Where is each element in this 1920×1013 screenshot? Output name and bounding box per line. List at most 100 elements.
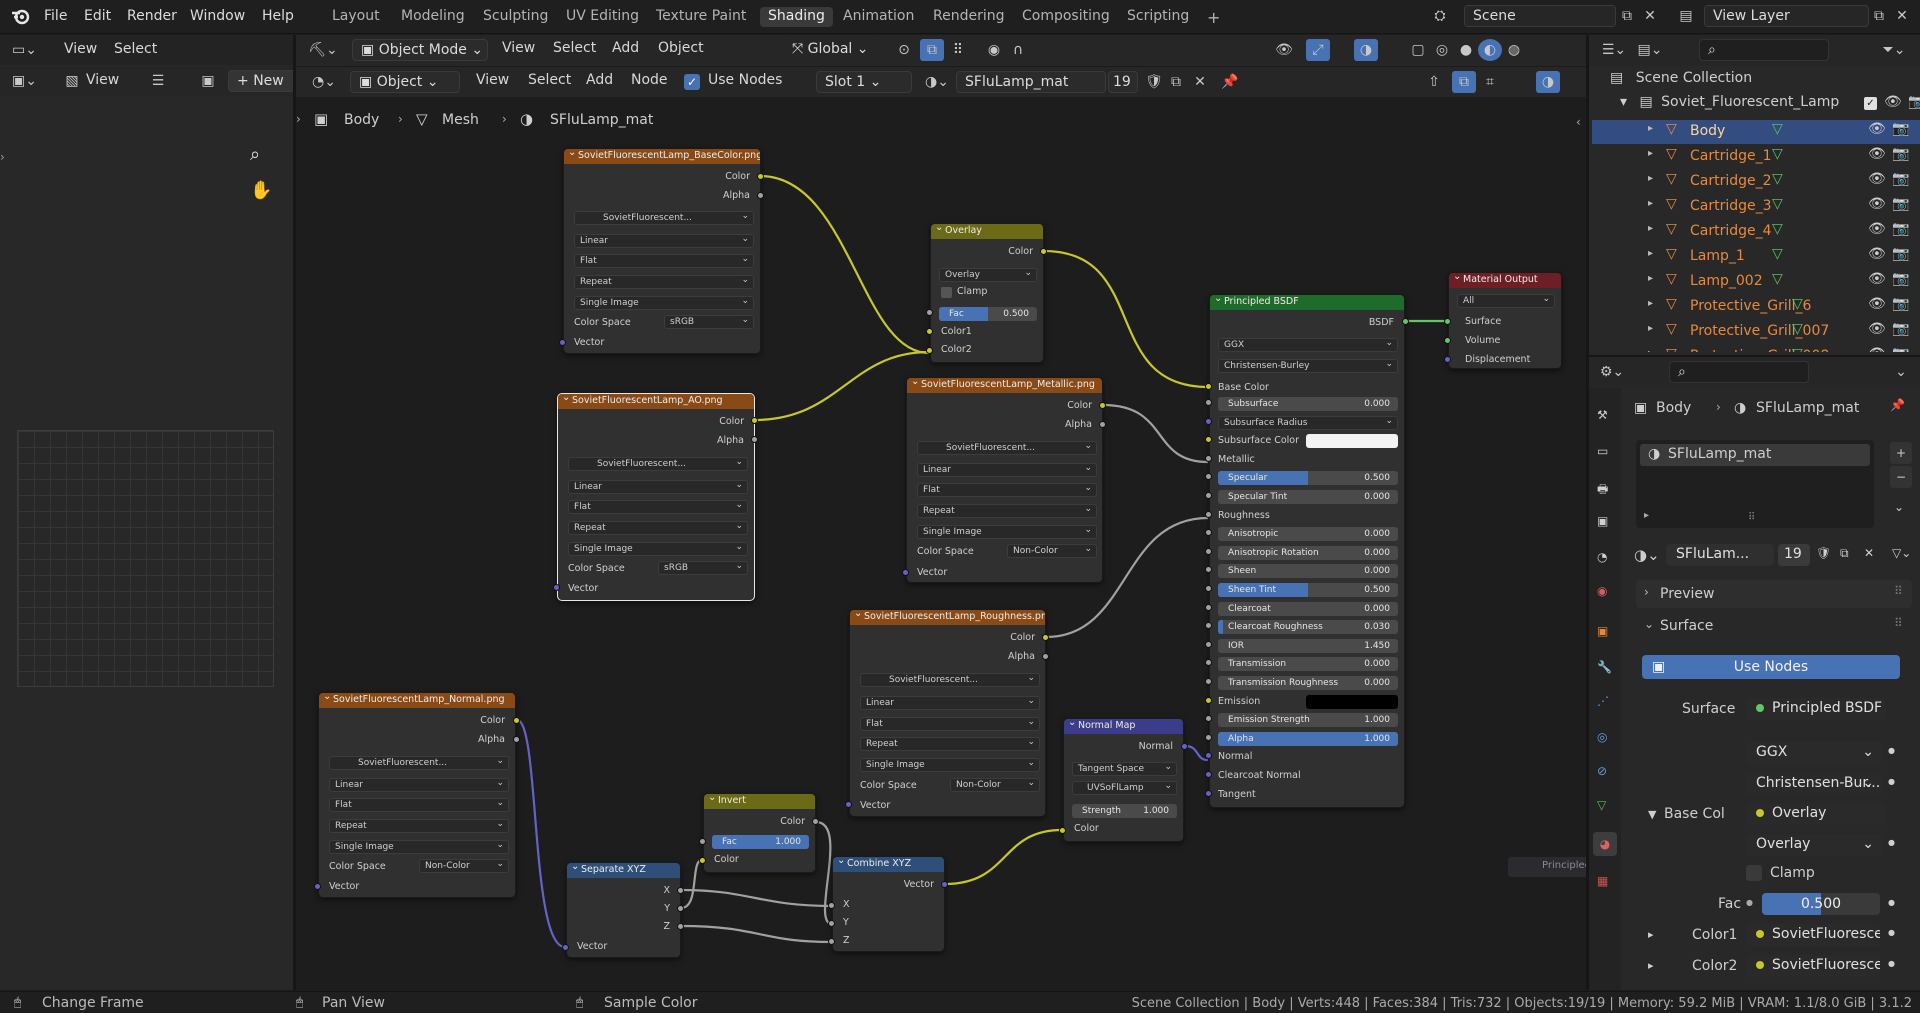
socket-base-color-in[interactable] bbox=[1205, 383, 1212, 390]
socket-metallic-in[interactable] bbox=[1205, 454, 1212, 462]
extension-dropdown[interactable]: Repeat bbox=[574, 274, 754, 289]
keyframe-dot-icon[interactable]: ● bbox=[1888, 777, 1895, 786]
uv-map-field[interactable]: UVSoFlLamp bbox=[1072, 780, 1177, 795]
expand-arrow-icon[interactable]: ▸ bbox=[1648, 273, 1653, 284]
clearcoat-roughness-slider[interactable]: Clearcoat Roughness 0.030 bbox=[1218, 620, 1398, 635]
projection-dropdown[interactable]: Flat bbox=[917, 482, 1097, 497]
subsurface-method-dropdown[interactable]: Christensen-Burley bbox=[1218, 358, 1398, 373]
outliner-search-input[interactable]: ⌕ bbox=[1699, 39, 1829, 61]
node-combine-xyz[interactable]: Combine XYZ Vector X Y Z bbox=[832, 856, 945, 952]
color-space-dropdown[interactable]: sRGB bbox=[664, 314, 754, 329]
node-ao-title[interactable]: SovietFluorescentLamp_AO.png bbox=[558, 394, 754, 409]
eye-icon[interactable]: 👁 bbox=[1868, 121, 1886, 137]
socket-normal-out[interactable] bbox=[1181, 743, 1188, 750]
node-normalmap-title[interactable]: Normal Map bbox=[1064, 719, 1183, 734]
mesh-data-icon[interactable]: ▽ bbox=[1772, 221, 1783, 237]
emission-strength-slider[interactable]: Emission Strength 1.000 bbox=[1218, 713, 1398, 728]
anisotropic-slider[interactable]: Anisotropic 0.000 bbox=[1218, 527, 1398, 542]
expand-arrow-icon[interactable]: ▼ bbox=[1648, 808, 1656, 821]
collection-include-checkbox[interactable]: ✓ bbox=[1864, 97, 1877, 110]
node-separate-title[interactable]: Separate XYZ bbox=[567, 863, 680, 878]
socket-vector-in[interactable] bbox=[562, 944, 569, 951]
scene-tab-icon[interactable]: ◔ bbox=[1597, 550, 1607, 564]
node-roughness-texture[interactable]: SovietFluorescentLamp_Roughness.png Colo… bbox=[849, 609, 1046, 817]
socket-color-in[interactable] bbox=[699, 857, 706, 864]
distribution-dropdown[interactable]: GGX bbox=[1218, 337, 1398, 352]
data-tab-icon[interactable]: ▽ bbox=[1597, 798, 1606, 812]
image-selector[interactable]: SovietFluorescent... bbox=[860, 672, 1040, 687]
expand-arrow-icon[interactable]: ▾ bbox=[1620, 94, 1627, 110]
space-dropdown[interactable]: Tangent Space bbox=[1072, 761, 1177, 776]
scene-collection-row[interactable]: ▤ Scene Collection bbox=[1610, 70, 1870, 86]
display-mode-icon[interactable]: ▤⌄ bbox=[1635, 39, 1665, 61]
socket-alpha-out[interactable] bbox=[757, 192, 764, 199]
keyframe-dot-icon[interactable]: ● bbox=[1888, 898, 1895, 907]
blend-mode-dropdown[interactable]: Overlay bbox=[939, 267, 1037, 282]
clamp-checkbox[interactable] bbox=[941, 287, 952, 298]
properties-options-icon[interactable]: ⌄ bbox=[1889, 361, 1913, 383]
outliner-item[interactable]: ▸ ▽ Body ▽ 👁 📷 bbox=[1592, 120, 1920, 144]
socket-clearcoat-in[interactable] bbox=[1205, 603, 1212, 611]
preview-panel-header[interactable]: › Preview ⠿ bbox=[1636, 580, 1912, 608]
keyframe-dot-icon[interactable]: ● bbox=[1888, 838, 1895, 847]
properties-type-icon[interactable]: ⚙⌄ bbox=[1597, 361, 1627, 383]
fac-slider[interactable]: 0.500 bbox=[1762, 893, 1880, 915]
clearcoat-slider[interactable]: Clearcoat 0.000 bbox=[1218, 601, 1398, 616]
eye-icon[interactable]: 👁 bbox=[1884, 94, 1902, 110]
mesh-data-icon[interactable]: ▽ bbox=[1772, 121, 1783, 137]
transmission-slider[interactable]: Transmission 0.000 bbox=[1218, 657, 1398, 672]
collection-row[interactable]: ▾ ▤ Soviet_Fluorescent_Lamp ✓ 👁 📷 bbox=[1620, 94, 1920, 116]
constraints-tab-icon[interactable]: ⊘ bbox=[1597, 764, 1607, 778]
list-resize-grip-icon[interactable]: ⠿ bbox=[1748, 512, 1755, 523]
subsurface-method-dropdown[interactable]: Christensen-Bur... ⌄ bbox=[1746, 773, 1882, 795]
node-material-output[interactable]: Material Output All Surface Volume Displ… bbox=[1448, 272, 1562, 369]
eye-icon[interactable]: 👁 bbox=[1868, 246, 1886, 262]
socket-fac-in[interactable] bbox=[699, 838, 706, 845]
anisotropic-rotation-slider[interactable]: Anisotropic Rotation 0.000 bbox=[1218, 545, 1398, 560]
world-tab-icon[interactable]: ◉ bbox=[1597, 584, 1607, 598]
node-normal-map[interactable]: Normal Map Normal Tangent Space UVSoFlLa… bbox=[1063, 718, 1184, 842]
camera-icon[interactable]: 📷 bbox=[1908, 94, 1920, 110]
modifier-tab-icon[interactable]: 🔧 bbox=[1597, 660, 1612, 674]
use-nodes-button[interactable]: ▣ Use Nodes bbox=[1642, 655, 1900, 679]
camera-icon[interactable]: 📷 bbox=[1892, 171, 1909, 187]
socket-tangent-in[interactable] bbox=[1205, 789, 1212, 797]
mesh-data-icon[interactable]: ▽ bbox=[1792, 296, 1803, 312]
socket-color-out[interactable] bbox=[812, 818, 819, 825]
node-basecolor-title[interactable]: SovietFluorescentLamp_BaseColor.png bbox=[564, 149, 760, 164]
socket-z-out[interactable] bbox=[677, 923, 684, 930]
socket-x-out[interactable] bbox=[677, 887, 684, 894]
alpha-slider[interactable]: Alpha 1.000 bbox=[1218, 731, 1398, 746]
socket-subsurface-in[interactable] bbox=[1205, 399, 1212, 406]
collapse-arrow-icon[interactable]: ▸ bbox=[1648, 959, 1654, 972]
source-dropdown[interactable]: Single Image bbox=[860, 757, 1040, 772]
camera-icon[interactable]: 📷 bbox=[1892, 321, 1909, 337]
source-dropdown[interactable]: Single Image bbox=[568, 541, 748, 556]
socket-color2-in[interactable] bbox=[926, 347, 933, 354]
eye-icon[interactable]: 👁 bbox=[1868, 346, 1886, 352]
socket-alpha-out[interactable] bbox=[1042, 653, 1049, 660]
tool-tab-icon[interactable]: ⚒ bbox=[1597, 408, 1608, 422]
projection-dropdown[interactable]: Flat bbox=[574, 253, 754, 268]
subsurface-slider[interactable]: Subsurface 0.000 bbox=[1218, 397, 1398, 411]
outliner-item[interactable]: ▸ ▽ Cartridge_3 ▽ 👁 📷 bbox=[1592, 195, 1920, 219]
image-selector[interactable]: SovietFluorescent... bbox=[574, 210, 754, 225]
socket-surface-in[interactable] bbox=[1444, 318, 1451, 325]
node-invert-title[interactable]: Invert bbox=[704, 794, 815, 809]
outliner-item[interactable]: ▸ ▽ Protective_Grill_6 ▽ 👁 📷 bbox=[1592, 295, 1920, 319]
node-overlay-title[interactable]: Overlay bbox=[931, 224, 1043, 239]
node-metallic-texture[interactable]: SovietFluorescentLamp_Metallic.png Color… bbox=[906, 377, 1103, 583]
node-normal-title[interactable]: SovietFluorescentLamp_Normal.png bbox=[319, 693, 515, 708]
blend-type-dropdown[interactable]: Overlay ⌄ bbox=[1746, 834, 1882, 856]
particles-tab-icon[interactable]: ⋰ bbox=[1597, 694, 1609, 708]
socket-vector-in[interactable] bbox=[845, 801, 852, 808]
socket-sheen-tint-in[interactable] bbox=[1205, 585, 1212, 592]
extension-dropdown[interactable]: Repeat bbox=[917, 503, 1097, 518]
socket-color-in[interactable] bbox=[1059, 827, 1066, 834]
socket-alpha-out[interactable] bbox=[1099, 421, 1106, 428]
socket-color-out[interactable] bbox=[1099, 402, 1106, 409]
socket-alpha-out[interactable] bbox=[751, 436, 758, 443]
source-dropdown[interactable]: Single Image bbox=[574, 295, 754, 310]
node-metallic-title[interactable]: SovietFluorescentLamp_Metallic.png bbox=[907, 378, 1102, 393]
fac-slider[interactable]: Fac 0.500 bbox=[939, 307, 1037, 321]
